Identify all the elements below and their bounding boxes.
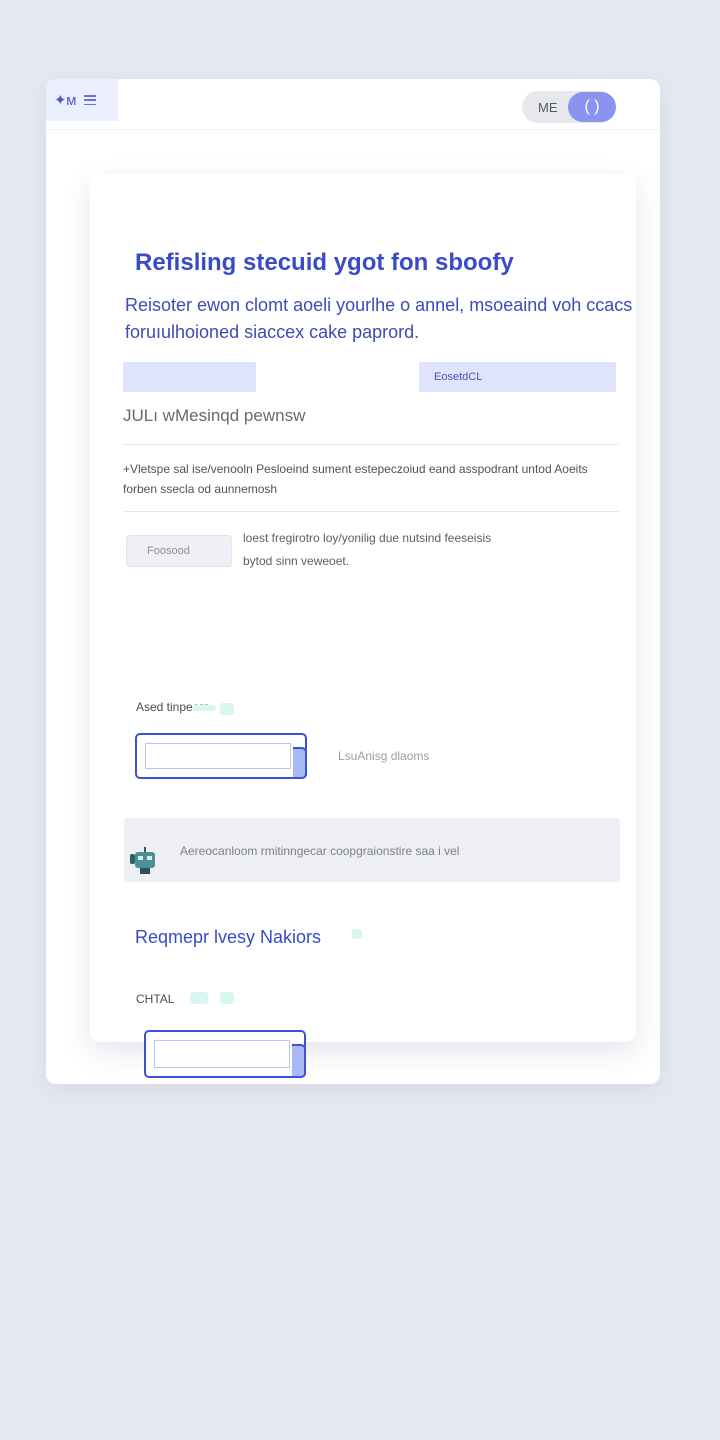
aside-text: LsuAnisg dlaoms — [338, 749, 430, 763]
robot-icon — [130, 847, 155, 874]
secondary-action-button[interactable]: EosetdCL — [419, 362, 616, 392]
brand-text: ✦ᴍ — [54, 92, 76, 109]
section-subtitle: JULı wMesinqd pewnsw — [123, 406, 306, 425]
input-card-primary[interactable] — [135, 733, 307, 779]
lead-paragraph: Reisoter ewon clomt aoeli yourlhe o anne… — [125, 295, 633, 342]
input-card-inner — [145, 743, 291, 769]
divider — [123, 444, 619, 445]
small-text-input[interactable] — [126, 535, 232, 567]
description-text: +Vletspe sal ise/venooln Pesloeind sumen… — [123, 462, 588, 496]
input-card-secondary[interactable] — [144, 1030, 306, 1078]
page-title: Refisling stecuid ygot fon sboofy — [135, 249, 514, 276]
app-window: ✦ᴍ ME ( ) Refisling stecuid ygot fon sbo… — [46, 79, 660, 1084]
theme-toggle[interactable]: ME ( ) — [522, 91, 616, 123]
divider — [123, 511, 619, 512]
mint-decoration — [220, 992, 234, 1004]
toggle-label: ME — [538, 100, 558, 115]
toggle-knob[interactable]: ( ) — [568, 92, 616, 122]
top-bar: ✦ᴍ ME ( ) — [46, 79, 660, 130]
input-hint: loest fregirotro loy/yonilig due nutsind… — [243, 531, 492, 568]
mint-decoration — [352, 929, 362, 939]
mint-decoration — [190, 992, 208, 1004]
primary-action-button[interactable] — [123, 362, 256, 392]
menu-icon[interactable] — [83, 95, 96, 105]
input-card-tab — [293, 747, 307, 779]
main-card: Refisling stecuid ygot fon sboofy Reisot… — [90, 174, 636, 1078]
mint-decoration — [220, 703, 234, 715]
mint-decoration — [192, 705, 216, 711]
banner-text: Aereocanloom rmitinngecar coopgraionstir… — [180, 844, 460, 858]
info-banner: Aereocanloom rmitinngecar coopgraionstir… — [124, 818, 620, 882]
brand-logo[interactable]: ✦ᴍ — [46, 79, 118, 121]
field-label-secondary: CHTAL — [136, 992, 175, 1006]
section-title: Reqmepr lvesy Nakiors — [135, 927, 322, 947]
input-card-inner — [154, 1040, 290, 1068]
input-card-tab — [292, 1044, 306, 1078]
